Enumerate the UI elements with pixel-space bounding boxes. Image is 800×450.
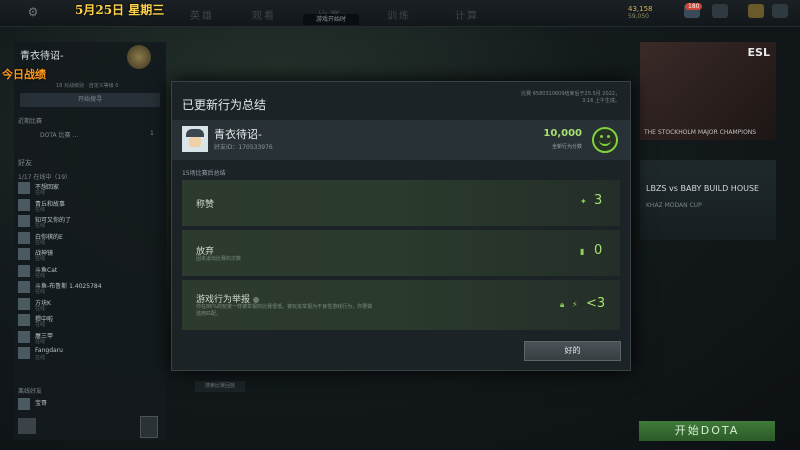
avatar (18, 215, 30, 227)
abandon-icon: ▮ (580, 247, 585, 256)
category-name: 称赞 (196, 200, 215, 210)
profile-action-button[interactable]: 开始搜寻 (20, 93, 160, 107)
player-header: 青衣待诏- 好友ID：170533976 10,000 全新行为分数 (172, 120, 630, 160)
friend-row[interactable]: 斗鱼Cat 在线 (18, 264, 162, 279)
profile-subtitle: 18 对战级别 · 自定义等级 0 (56, 83, 119, 89)
friend-status: 在线 (35, 272, 46, 279)
esl-caption: THE STOCKHOLM MAJOR CHAMPIONS (644, 129, 757, 136)
info-icon[interactable] (253, 296, 260, 303)
category-desc: 因未退出比赛的次数 (196, 256, 242, 262)
commend-icon: ✦ (580, 197, 587, 206)
avatar (18, 297, 30, 310)
dialog-title: 已更新行为总结 (182, 98, 267, 112)
recent-games-label: 近期比赛 (18, 118, 43, 125)
match-status-pill: 游戏开始时 (303, 14, 359, 25)
live-match-title: LBZS vs BABY BUILD HOUSE (646, 184, 760, 193)
category-reports: 游戏行为举报 你在86%的玩家一样被举报的比赛很低。被玩友举报为不良性游戏行为，… (182, 280, 620, 330)
recent-game-item[interactable]: DOTA 比赛 ... (40, 130, 78, 139)
offline-friends-label: 离线好友 (18, 388, 43, 395)
dialog-meta: 比赛 6580310609结束后于25.5月 2022，3:16 上午生成。 (521, 91, 620, 104)
avatar (18, 264, 30, 277)
esl-news-card[interactable]: ESL THE STOCKHOLM MAJOR CHAMPIONS (640, 42, 776, 140)
live-match-card[interactable]: LBZS vs BABY BUILD HOUSE KHAZ MODAN CUP (640, 160, 776, 240)
friend-row[interactable]: 知可又你的了 在线 (18, 215, 162, 229)
live-match-subtitle: KHAZ MODAN CUP (646, 202, 702, 209)
nav-heroes[interactable]: 英雄 (190, 7, 214, 22)
avatar (18, 314, 30, 326)
lock-icon: 🔒︎ (560, 300, 565, 309)
avatar (18, 182, 30, 194)
esl-logo: ESL (747, 46, 770, 59)
currency-display[interactable]: 43,158 59,050 (628, 5, 653, 20)
avatar (18, 398, 30, 410)
friend-status: 在线 (35, 355, 46, 361)
self-avatar[interactable] (18, 418, 36, 434)
ok-button[interactable]: 好的 (524, 341, 621, 361)
category-desc: 你在86%的玩家一样被举报的比赛很低。被玩友举报为不良性游戏行为，你要做滥用匹配… (196, 304, 373, 317)
nav-calc[interactable]: 计算 (455, 7, 479, 22)
coins-value: 43,158 (628, 5, 653, 13)
friend-row[interactable]: 青丘和故事 在线 (18, 198, 162, 213)
friend-status: 在线 (35, 338, 46, 345)
rank-medal-icon[interactable] (127, 45, 151, 69)
stream-date-overlay: 5月25日 星期三 (75, 3, 165, 17)
friend-row[interactable]: 战神镜 在线 (18, 248, 162, 262)
friend-row[interactable]: 不想回家 在线 (18, 182, 162, 196)
behavior-score-label: 全新行为分数 (551, 144, 582, 150)
menu-icon[interactable] (772, 4, 788, 18)
reports-value: <3 (586, 296, 606, 311)
avatar (18, 281, 30, 293)
avatar (18, 330, 30, 343)
avatar (18, 231, 30, 244)
player-friend-id: 好友ID：170533976 (214, 144, 273, 151)
find-replay-button[interactable]: 搜索比赛回放 (195, 381, 245, 392)
friends-label: 好友 (18, 159, 32, 167)
commend-value: 3 (594, 193, 603, 208)
report-icon: ⚡︎ (572, 300, 578, 309)
settings-icon[interactable]: ⚙ (26, 5, 40, 19)
nav-learn[interactable]: 训练 (387, 7, 411, 22)
profile-name[interactable]: 青衣待诏- (20, 47, 64, 62)
friend-name: 宝哥 (35, 400, 48, 407)
friend-row[interactable]: 白你棋的E 在线 (18, 231, 162, 246)
friend-status: 在线 (35, 305, 46, 312)
friend-status: 在线 (35, 190, 46, 196)
category-commend: 称赞 ✦ 3 (182, 180, 620, 226)
category-abandon: 放弃 因未退出比赛的次数 ▮ 0 (182, 230, 620, 276)
start-dota-button[interactable]: 开始DOTA (639, 421, 775, 441)
guild-icon[interactable] (140, 416, 158, 438)
behavior-score: 10,000 (543, 128, 582, 139)
rank-icon[interactable] (748, 4, 764, 18)
friend-row[interactable]: 斗鱼-布鲁斯 1.4025784 在线 (18, 281, 162, 295)
abandon-value: 0 (594, 243, 603, 258)
player-avatar (182, 126, 208, 152)
friend-name: Fangdaru (35, 347, 63, 354)
summary-label: 15场比赛后总结 (182, 170, 226, 177)
smiley-face-icon (592, 127, 618, 153)
friend-status: 在线 (35, 206, 46, 213)
friend-row[interactable]: 猥中啦 在线 (18, 314, 162, 328)
today-stats-overlay: 今日战绩 (2, 68, 46, 81)
avatar (18, 347, 30, 359)
friend-status: 在线 (35, 239, 46, 246)
avatar (18, 198, 30, 211)
friend-row[interactable]: 屠三甲 在线 (18, 330, 162, 345)
friend-status: 在线 (35, 322, 46, 328)
player-name: 青衣待诏- (214, 128, 262, 141)
offline-friend-row[interactable]: 宝哥 (18, 398, 162, 411)
friend-status: 在线 (35, 223, 46, 229)
recent-count: 1 (150, 130, 154, 137)
friend-row[interactable]: Fangdaru 在线 (18, 347, 162, 361)
behavior-summary-dialog: 已更新行为总结 比赛 6580310609结束后于25.5月 2022，3:16… (171, 81, 631, 371)
friend-status: 在线 (35, 256, 46, 262)
friend-row[interactable]: 方块K 在线 (18, 297, 162, 312)
friend-status: 在线 (35, 289, 46, 295)
inventory-icon[interactable] (712, 4, 728, 18)
notification-count: 180 (685, 3, 703, 10)
coins-sub-value: 59,050 (628, 13, 649, 20)
avatar (18, 248, 30, 260)
nav-watch[interactable]: 观看 (252, 7, 276, 22)
friends-online-count: 1/17 在线中（19） (18, 174, 72, 181)
